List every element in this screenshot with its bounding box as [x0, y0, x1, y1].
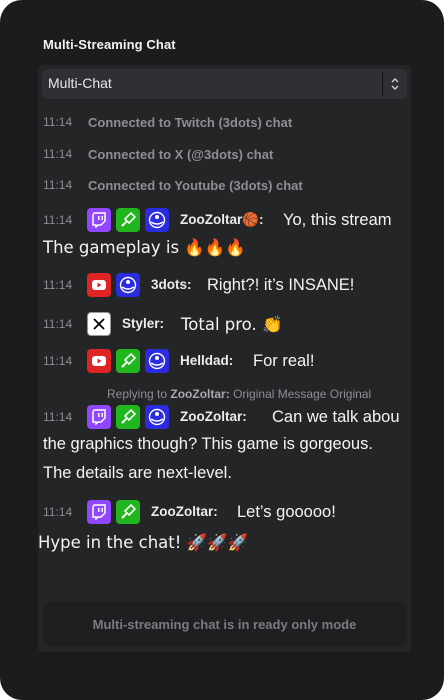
kick-icon	[116, 349, 140, 373]
system-message: Connected to X (@3dots) chat	[88, 147, 274, 162]
timestamp: 11:14	[43, 278, 73, 292]
timestamp: 11:14	[43, 317, 73, 331]
system-message: Connected to Youtube (3dots) chat	[88, 178, 303, 193]
message-text: Total pro. 👏	[181, 315, 283, 334]
three-dots-icon	[145, 405, 169, 429]
username[interactable]: ZooZoltar:	[180, 409, 247, 424]
message-text-continuation: Hype in the chat! 🚀🚀🚀	[38, 533, 249, 552]
kick-icon	[116, 500, 140, 524]
message-text-continuation: The details are next-level.	[43, 464, 232, 482]
read-only-notice: Multi-streaming chat is in ready only mo…	[43, 602, 406, 646]
kick-icon	[116, 405, 140, 429]
timestamp: 11:14	[43, 410, 73, 424]
kick-icon	[116, 208, 140, 232]
chat-source-select[interactable]: Multi-Chat	[42, 69, 407, 99]
chat-area: Multi-Chat 11:14 Connected to Twitch (3d…	[38, 65, 411, 652]
x-icon	[87, 312, 111, 336]
message-text-continuation: The gameplay is 🔥🔥🔥	[43, 238, 246, 257]
three-dots-icon	[116, 273, 140, 297]
multi-chat-panel: Multi-Streaming Chat Multi-Chat 11:14 Co…	[0, 0, 444, 700]
message-text: Can we talk abou	[272, 408, 400, 426]
panel-title: Multi-Streaming Chat	[43, 37, 176, 52]
message-text: Let’s gooooo!	[237, 503, 336, 521]
username[interactable]: ZooZoltar:	[151, 504, 218, 519]
three-dots-icon	[145, 349, 169, 373]
youtube-icon	[87, 349, 111, 373]
reply-text: Original Message Original	[233, 387, 372, 401]
message-text: For real!	[253, 352, 315, 370]
twitch-icon	[87, 405, 111, 429]
message-text: Yo, this stream	[283, 211, 392, 229]
select-divider	[382, 72, 383, 96]
message-text: Right?! it’s INSANE!	[207, 276, 355, 294]
three-dots-icon	[145, 208, 169, 232]
username[interactable]: Styler:	[122, 316, 164, 331]
timestamp: 11:14	[43, 178, 73, 192]
username[interactable]: Helldad:	[180, 353, 233, 368]
username[interactable]: 3dots:	[151, 277, 192, 292]
timestamp: 11:14	[43, 147, 73, 161]
select-arrows-icon[interactable]	[389, 76, 401, 92]
message-list: 11:14 Connected to Twitch (3dots) chat 1…	[38, 105, 411, 595]
system-message: Connected to Twitch (3dots) chat	[88, 115, 293, 130]
message-text-continuation: the graphics though? This game is gorgeo…	[43, 435, 373, 453]
twitch-icon	[87, 500, 111, 524]
timestamp: 11:14	[43, 505, 73, 519]
reply-username: ZooZoltar:	[170, 387, 230, 401]
twitch-icon	[87, 208, 111, 232]
timestamp: 11:14	[43, 115, 73, 129]
reply-prefix: Replying to	[107, 387, 168, 401]
timestamp: 11:14	[43, 354, 73, 368]
reply-context[interactable]: Replying to ZooZoltar: Original Message …	[107, 387, 371, 401]
timestamp: 11:14	[43, 213, 73, 227]
username[interactable]: ZooZoltar🏀:	[180, 212, 264, 228]
youtube-icon	[87, 273, 111, 297]
chat-source-value: Multi-Chat	[48, 75, 112, 91]
